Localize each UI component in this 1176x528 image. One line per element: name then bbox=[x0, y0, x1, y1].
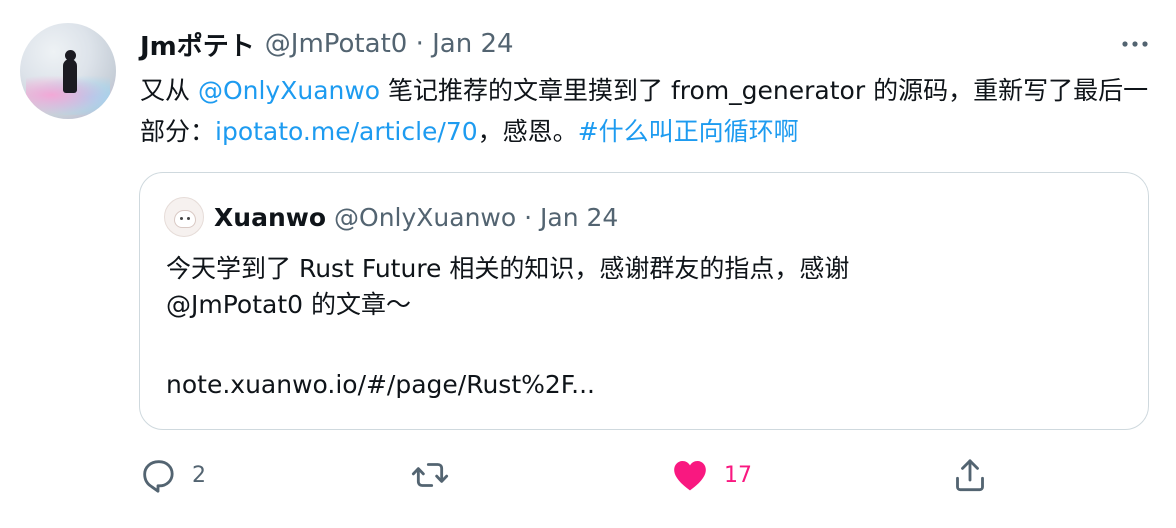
quoted-author-handle: @OnlyXuanwo bbox=[334, 202, 517, 232]
quoted-text-line: 今天学到了 Rust Future 相关的知识，感谢群友的指点，感谢 bbox=[166, 254, 850, 283]
mention-link-onlyxuanwo[interactable]: @OnlyXuanwo bbox=[198, 76, 380, 105]
header-separator: · bbox=[407, 29, 433, 59]
more-horizontal-icon bbox=[1122, 41, 1148, 47]
quoted-header-separator: · bbox=[516, 202, 541, 232]
author-handle[interactable]: @JmPotat0 bbox=[265, 29, 408, 59]
quoted-tweet-card[interactable]: Xuanwo @OnlyXuanwo · Jan 24 今天学到了 Rust F… bbox=[139, 172, 1149, 430]
share-button[interactable] bbox=[950, 452, 990, 498]
tweet-text-segment: 又从 bbox=[140, 76, 198, 105]
more-button[interactable] bbox=[1118, 30, 1152, 58]
heart-icon bbox=[674, 461, 706, 491]
reply-icon bbox=[143, 460, 174, 493]
avatar-silhouette bbox=[63, 50, 77, 93]
author-display-name[interactable]: Jmポテト bbox=[140, 26, 255, 63]
tweet-text-segment: ，感恩。 bbox=[477, 117, 578, 146]
quoted-tweet-text: 今天学到了 Rust Future 相关的知识，感谢群友的指点，感谢 @JmPo… bbox=[166, 251, 1116, 403]
quoted-tweet-date: Jan 24 bbox=[540, 202, 619, 232]
reply-count: 2 bbox=[192, 462, 206, 488]
quoted-text-line: @JmPotat0 的文章～ bbox=[166, 290, 411, 319]
article-link[interactable]: ipotato.me/article/70 bbox=[215, 117, 478, 146]
retweet-icon bbox=[411, 463, 449, 487]
hashtag-link[interactable]: #什么叫正向循环啊 bbox=[578, 117, 799, 146]
quoted-author-avatar bbox=[164, 197, 204, 237]
like-count: 17 bbox=[724, 462, 752, 488]
tweet-date[interactable]: Jan 24 bbox=[432, 29, 513, 59]
share-icon bbox=[956, 459, 984, 492]
tweet-actions-bar: 2 17 bbox=[138, 452, 998, 498]
quoted-link-text: note.xuanwo.io/#/page/Rust%2F... bbox=[166, 370, 596, 399]
reply-button[interactable]: 2 bbox=[138, 452, 206, 498]
tweet-header: Jmポテト @JmPotat0 · Jan 24 bbox=[140, 26, 514, 62]
like-button[interactable]: 17 bbox=[670, 452, 752, 498]
avatar-cat-face bbox=[174, 210, 196, 228]
tweet-text: 又从 @OnlyXuanwo 笔记推荐的文章里摸到了 from_generato… bbox=[140, 70, 1150, 152]
quoted-author-display-name: Xuanwo bbox=[214, 202, 327, 232]
quoted-tweet-header: Xuanwo @OnlyXuanwo · Jan 24 bbox=[214, 199, 618, 235]
author-avatar[interactable] bbox=[20, 23, 116, 119]
retweet-button[interactable] bbox=[410, 452, 464, 498]
